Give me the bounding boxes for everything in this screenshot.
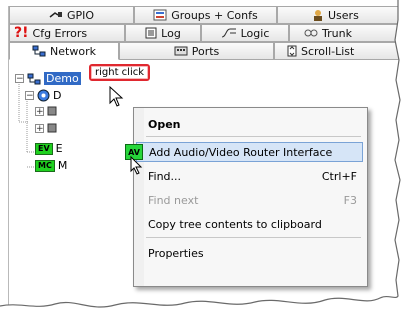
torn-edge-decoration [0,0,404,325]
